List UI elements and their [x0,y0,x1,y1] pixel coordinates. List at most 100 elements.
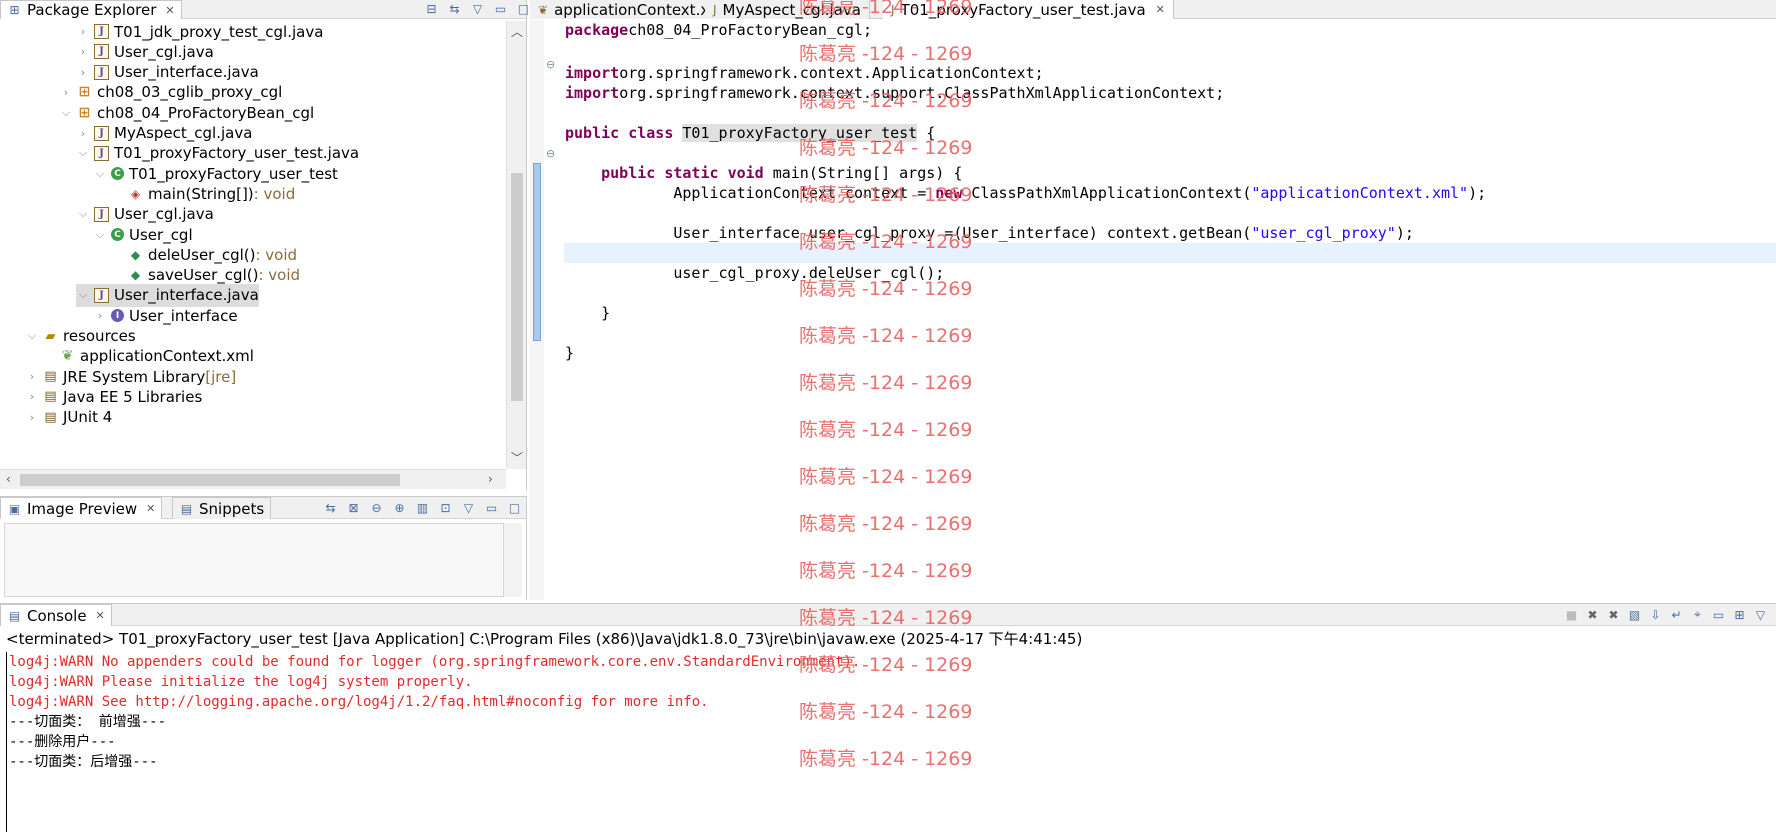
code-line: } [565,343,574,363]
keyword: static [664,164,719,182]
java-file-icon: J [891,2,895,17]
chevron-right-icon[interactable]: › [25,390,39,404]
chevron-right-icon[interactable]: › [76,65,90,79]
console-output[interactable]: log4j:WARN No appenders could be found f… [6,652,1766,832]
word-wrap-icon[interactable]: ↵ [1669,607,1684,622]
tree-item-label: applicationContext.xml [80,347,254,366]
console-toolbar: ■ ✖ ✖ ▧ ⇩ ↵ ⌖ ▭ ⊞ ▽ [1564,607,1768,622]
tree-item[interactable]: › ▤ JUnit 4 [25,406,112,429]
keyword: import [565,64,620,82]
console-line: log4j:WARN No appenders could be found f… [9,654,861,670]
java-file-icon: J [94,125,109,141]
view-menu-icon[interactable]: ▽ [461,500,476,515]
chevron-down-icon[interactable]: ⌵ [76,146,90,160]
tab-console[interactable]: ▤ Console ✕ [0,604,112,626]
java-file-icon: J [94,145,109,161]
package-explorer-title: Package Explorer [27,1,157,19]
clear-console-icon[interactable]: ▧ [1627,607,1642,622]
close-icon[interactable]: ✕ [146,502,155,515]
close-icon[interactable]: ✕ [1156,3,1165,16]
minimize-icon[interactable]: ▭ [484,500,499,515]
fit-image-icon[interactable]: ⊠ [346,500,361,515]
maximize-icon[interactable]: □ [507,500,522,515]
highlighted-identifier: T01_proxyFactory_user_test [682,124,918,142]
package-icon: ⊞ [78,84,91,101]
chevron-right-icon[interactable]: › [76,25,90,39]
tree-item-label: resources [63,327,136,345]
chevron-right-icon[interactable]: › [76,45,90,59]
zoom-out-icon[interactable]: ⊖ [369,500,384,515]
tab-snippets[interactable]: ▤ Snippets [172,497,272,519]
terminate-icon[interactable]: ■ [1564,607,1579,622]
chevron-right-icon[interactable]: › [25,410,39,424]
package-icon: ⊞ [78,104,91,121]
minimize-icon[interactable]: ▭ [493,1,508,16]
fold-collapse-icon[interactable]: ⊖ [546,58,555,71]
chevron-down-icon[interactable]: ⌵ [93,167,107,181]
view-menu-icon[interactable]: ▽ [470,1,485,16]
scroll-down-icon[interactable]: ﹀ [510,449,524,466]
remove-all-icon[interactable]: ✖ [1606,607,1621,622]
chevron-down-icon[interactable]: ⌵ [93,228,107,242]
fit-window-icon[interactable]: ⊡ [438,500,453,515]
code-line: User_interface user_cgl_proxy =(User_int… [565,223,1414,243]
original-size-icon[interactable]: ▥ [415,500,430,515]
editor-tab[interactable]: J T01_proxyFactory_user_test.java ✕ [883,0,1174,19]
scroll-lock-icon[interactable]: ⇩ [1648,607,1663,622]
return-type: : void [255,245,298,264]
keyword: void [727,164,764,182]
console-view: ▤ Console ✕ ■ ✖ ✖ ▧ ⇩ ↵ ⌖ ▭ ⊞ ▽ <termina… [0,603,1776,835]
scroll-right-icon[interactable]: › [488,472,493,486]
java-file-icon: J [94,206,109,222]
code-line: importorg.springframework.context.Applic… [565,63,1044,83]
close-icon[interactable]: ✕ [96,609,105,622]
close-icon[interactable]: ✕ [165,4,174,17]
scroll-up-icon[interactable]: ︿ [510,23,524,40]
fold-collapse-icon[interactable]: ⊖ [546,147,555,160]
tab-image-preview[interactable]: ▣ Image Preview ✕ [0,497,163,519]
return-type: : void [258,266,301,285]
code-line: public static void main(String[] args) { [565,163,962,183]
chevron-down-icon[interactable]: ⌵ [25,329,39,343]
maximize-icon[interactable]: □ [516,1,531,16]
open-console-icon[interactable]: ⊞ [1732,607,1747,622]
chevron-right-icon[interactable]: › [59,85,73,99]
code-line: } [565,303,610,323]
link-with-editor-icon[interactable]: ⇆ [447,1,462,16]
code-area[interactable]: packagech08_04_ProFactoryBean_cgl; import… [564,20,1776,600]
pin-console-icon[interactable]: ⌖ [1690,607,1705,622]
image-preview-canvas [4,523,504,597]
chevron-right-icon[interactable]: › [76,126,90,140]
package-explorer-toolbar: ⊟ ⇆ ▽ ▭ □ [424,1,531,16]
editor-tabbar: ❦ applicationContext.xml J MyAspect_cgl.jav… [530,0,1776,19]
collapse-all-icon[interactable]: ⊟ [424,1,439,16]
console-title: Console [27,606,87,625]
tab-package-explorer[interactable]: ⊞ Package Explorer ✕ [0,0,182,19]
scroll-thumb[interactable] [20,474,400,486]
display-console-icon[interactable]: ▭ [1711,607,1726,622]
chevron-down-icon[interactable]: ⌵ [59,106,73,120]
tree-horizontal-scrollbar[interactable]: ‹ › [0,469,506,489]
change-marker [533,163,541,341]
link-icon[interactable]: ⇆ [323,500,338,515]
tree-item-label: User_interface [129,306,238,325]
tree-item-label: User_cgl.java [114,205,214,224]
remove-launch-icon[interactable]: ✖ [1585,607,1600,622]
view-menu-icon[interactable]: ▽ [1753,607,1768,622]
editor-tab[interactable]: J MyAspect_cgl.java [705,0,870,19]
chevron-down-icon[interactable]: ⌵ [76,207,90,221]
scroll-left-icon[interactable]: ‹ [6,472,11,486]
tree-vertical-scrollbar[interactable]: ︿ ﹀ [506,21,526,469]
chevron-right-icon[interactable]: › [25,370,39,384]
zoom-in-icon[interactable]: ⊕ [392,500,407,515]
code-text: ); [1468,184,1487,202]
preview-scrollbar[interactable] [504,523,522,597]
tree-item-label: JRE System Library [63,367,206,386]
chevron-down-icon[interactable]: ⌵ [76,288,90,302]
tree-item-label: ch08_03_cglib_proxy_cgl [97,83,283,102]
chevron-right-icon[interactable]: › [93,309,107,323]
scroll-thumb[interactable] [511,173,523,401]
